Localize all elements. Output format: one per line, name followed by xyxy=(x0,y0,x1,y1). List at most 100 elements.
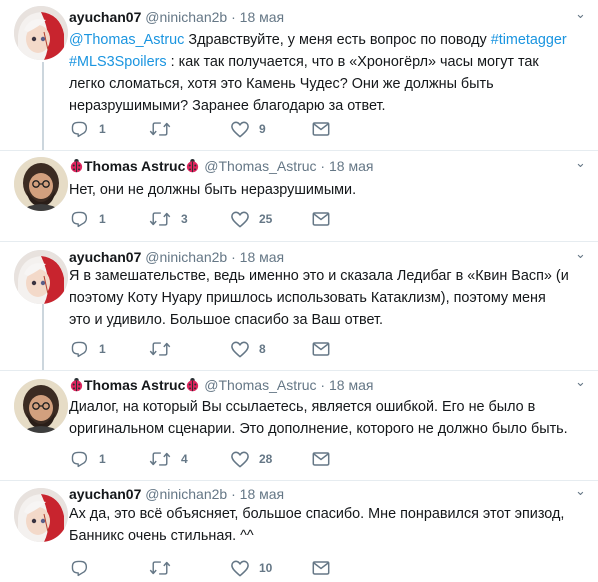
like-count: 9 xyxy=(259,122,266,136)
reply-count: 1 xyxy=(99,212,106,226)
retweet-button[interactable]: 3 xyxy=(149,209,188,229)
separator-dot: · xyxy=(231,249,236,265)
envelope-icon xyxy=(312,452,330,466)
author-handle[interactable]: @Thomas_Astruc xyxy=(204,377,316,393)
tweet-date[interactable]: 18 мая xyxy=(329,158,373,174)
like-count: 28 xyxy=(259,452,273,466)
direct-message-button[interactable] xyxy=(312,209,330,229)
tweet-divider xyxy=(0,241,598,242)
retweet-count: 3 xyxy=(181,212,188,226)
author-name[interactable]: Thomas Astruc xyxy=(84,158,185,174)
tweet-divider xyxy=(0,150,598,151)
avatar[interactable] xyxy=(14,379,68,433)
ladybug-emoji-icon xyxy=(185,158,200,176)
reply-count: 1 xyxy=(99,452,106,466)
retweet-icon xyxy=(149,211,171,227)
tweet-text: Диалог, на который Вы ссылаетесь, являет… xyxy=(69,396,569,440)
reply-button[interactable]: 1 xyxy=(69,209,106,229)
retweet-icon xyxy=(149,451,171,467)
avatar-image-ayuchan07 xyxy=(14,488,68,542)
author-handle[interactable]: @ninichan2b xyxy=(145,9,227,25)
thread-connector-line xyxy=(42,62,44,150)
tweet-actions: 1 3 25 xyxy=(69,209,339,229)
reply-icon xyxy=(69,120,89,138)
heart-icon xyxy=(231,560,249,577)
tweet-text-segment: Нет, они не должны быть неразрушимыми. xyxy=(69,182,357,198)
direct-message-button[interactable] xyxy=(312,558,330,578)
tweet-text-segment: Я в замешательстве, ведь именно это и ск… xyxy=(69,268,569,328)
like-button[interactable]: 28 xyxy=(231,449,272,469)
chevron-down-icon[interactable]: ⌄ xyxy=(575,374,586,390)
reply-icon xyxy=(69,559,89,577)
author-handle[interactable]: @ninichan2b xyxy=(145,486,227,502)
author-name[interactable]: Thomas Astruc xyxy=(84,377,185,393)
reply-button[interactable]: 1 xyxy=(69,119,106,139)
author-name[interactable]: ayuchan07 xyxy=(69,9,141,25)
ladybug-emoji-icon xyxy=(69,377,84,395)
reply-button[interactable]: 1 xyxy=(69,339,106,359)
direct-message-button[interactable] xyxy=(312,339,330,359)
author-name[interactable]: ayuchan07 xyxy=(69,486,141,502)
like-count: 10 xyxy=(259,561,273,575)
like-button[interactable]: 25 xyxy=(231,209,272,229)
retweet-button[interactable] xyxy=(149,339,181,359)
envelope-icon xyxy=(312,561,330,575)
reply-button[interactable] xyxy=(69,558,99,578)
tweet-date[interactable]: 18 мая xyxy=(240,486,284,502)
tweet-text: Я в замешательстве, ведь именно это и ск… xyxy=(69,265,569,331)
retweet-button[interactable] xyxy=(149,558,181,578)
like-button[interactable]: 9 xyxy=(231,119,266,139)
chevron-down-icon[interactable]: ⌄ xyxy=(575,246,586,262)
retweet-icon xyxy=(149,560,171,576)
tweet-date[interactable]: 18 мая xyxy=(329,377,373,393)
heart-icon xyxy=(231,341,249,358)
ladybug-emoji-icon xyxy=(69,158,84,176)
tweet-date[interactable]: 18 мая xyxy=(240,9,284,25)
direct-message-button[interactable] xyxy=(312,449,330,469)
reply-count: 1 xyxy=(99,122,106,136)
retweet-count: 4 xyxy=(181,452,188,466)
tweet-header: ayuchan07 @ninichan2b · 18 мая xyxy=(69,9,284,25)
tweet-text: @Thomas_Astruc Здравствуйте, у меня есть… xyxy=(69,29,569,117)
tweet-link[interactable]: #MLS3Spoilers xyxy=(69,54,167,70)
like-count: 8 xyxy=(259,342,266,356)
chevron-down-icon[interactable]: ⌄ xyxy=(575,483,586,499)
reply-button[interactable]: 1 xyxy=(69,449,106,469)
envelope-icon xyxy=(312,122,330,136)
retweet-button[interactable] xyxy=(149,119,181,139)
tweet-text-segment: Ах да, это всё объясняет, большое спасиб… xyxy=(69,506,565,544)
tweet-link[interactable]: @Thomas_Astruc xyxy=(69,32,184,48)
heart-icon xyxy=(231,451,249,468)
author-handle[interactable]: @ninichan2b xyxy=(145,249,227,265)
chevron-down-icon[interactable]: ⌄ xyxy=(575,6,586,22)
separator-dot: · xyxy=(231,9,236,25)
tweet-actions: 10 xyxy=(69,558,339,578)
chevron-down-icon[interactable]: ⌄ xyxy=(575,155,586,171)
avatar-image-ayuchan07 xyxy=(14,250,68,304)
avatar[interactable] xyxy=(14,250,68,304)
reply-icon xyxy=(69,450,89,468)
tweet-link[interactable]: #timetagger xyxy=(491,32,567,48)
avatar[interactable] xyxy=(14,6,68,60)
tweet-divider xyxy=(0,370,598,371)
thread-connector-line xyxy=(42,304,44,370)
tweet-header: Thomas Astruc @Thomas_Astruc · 18 мая xyxy=(69,158,373,176)
tweet-date[interactable]: 18 мая xyxy=(240,249,284,265)
retweet-icon xyxy=(149,121,171,137)
envelope-icon xyxy=(312,212,330,226)
avatar[interactable] xyxy=(14,157,68,211)
retweet-button[interactable]: 4 xyxy=(149,449,188,469)
tweet-header: ayuchan07 @ninichan2b · 18 мая xyxy=(69,486,284,502)
like-count: 25 xyxy=(259,212,273,226)
like-button[interactable]: 10 xyxy=(231,558,272,578)
avatar[interactable] xyxy=(14,488,68,542)
tweet-text-segment: Диалог, на который Вы ссылаетесь, являет… xyxy=(69,399,568,437)
author-name[interactable]: ayuchan07 xyxy=(69,249,141,265)
separator-dot: · xyxy=(231,486,236,502)
like-button[interactable]: 8 xyxy=(231,339,266,359)
author-handle[interactable]: @Thomas_Astruc xyxy=(204,158,316,174)
separator-dot: · xyxy=(320,158,326,174)
heart-icon xyxy=(231,211,249,228)
tweet-header: Thomas Astruc @Thomas_Astruc · 18 мая xyxy=(69,377,373,395)
direct-message-button[interactable] xyxy=(312,119,330,139)
